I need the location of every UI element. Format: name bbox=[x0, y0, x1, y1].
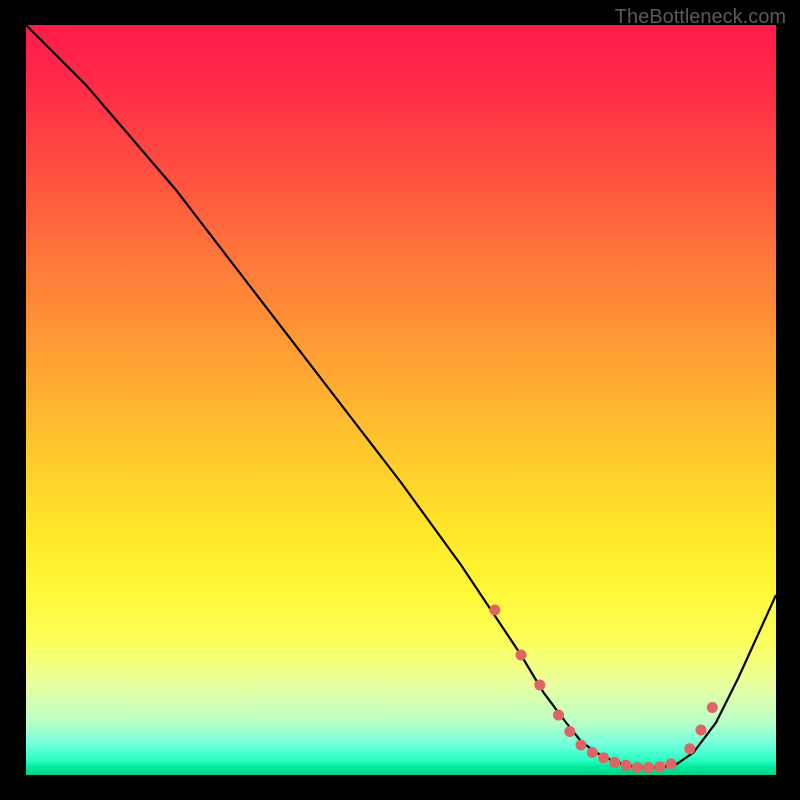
chart-marker-dot bbox=[621, 760, 632, 771]
chart-marker-dot bbox=[696, 725, 707, 736]
chart-marker-dot bbox=[587, 747, 598, 758]
chart-marker-dot bbox=[598, 752, 609, 763]
chart-marker-dot bbox=[632, 762, 643, 773]
chart-marker-dot bbox=[564, 726, 575, 737]
chart-marker-dot bbox=[576, 740, 587, 751]
chart-plot-area bbox=[26, 25, 776, 775]
chart-marker-dot bbox=[553, 710, 564, 721]
chart-marker-dot bbox=[684, 743, 695, 754]
chart-curve bbox=[26, 25, 776, 768]
chart-marker-dot bbox=[643, 762, 654, 773]
chart-marker-dot bbox=[609, 757, 620, 768]
chart-marker-dot bbox=[666, 758, 677, 769]
chart-marker-dot bbox=[654, 761, 665, 772]
chart-marker-dot bbox=[534, 680, 545, 691]
chart-marker-dot bbox=[516, 650, 527, 661]
chart-marker-dot bbox=[707, 702, 718, 713]
chart-marker-dot bbox=[489, 605, 500, 616]
watermark-text: TheBottleneck.com bbox=[615, 6, 786, 29]
chart-overlay-svg bbox=[26, 25, 776, 775]
chart-marker-group bbox=[489, 605, 718, 774]
